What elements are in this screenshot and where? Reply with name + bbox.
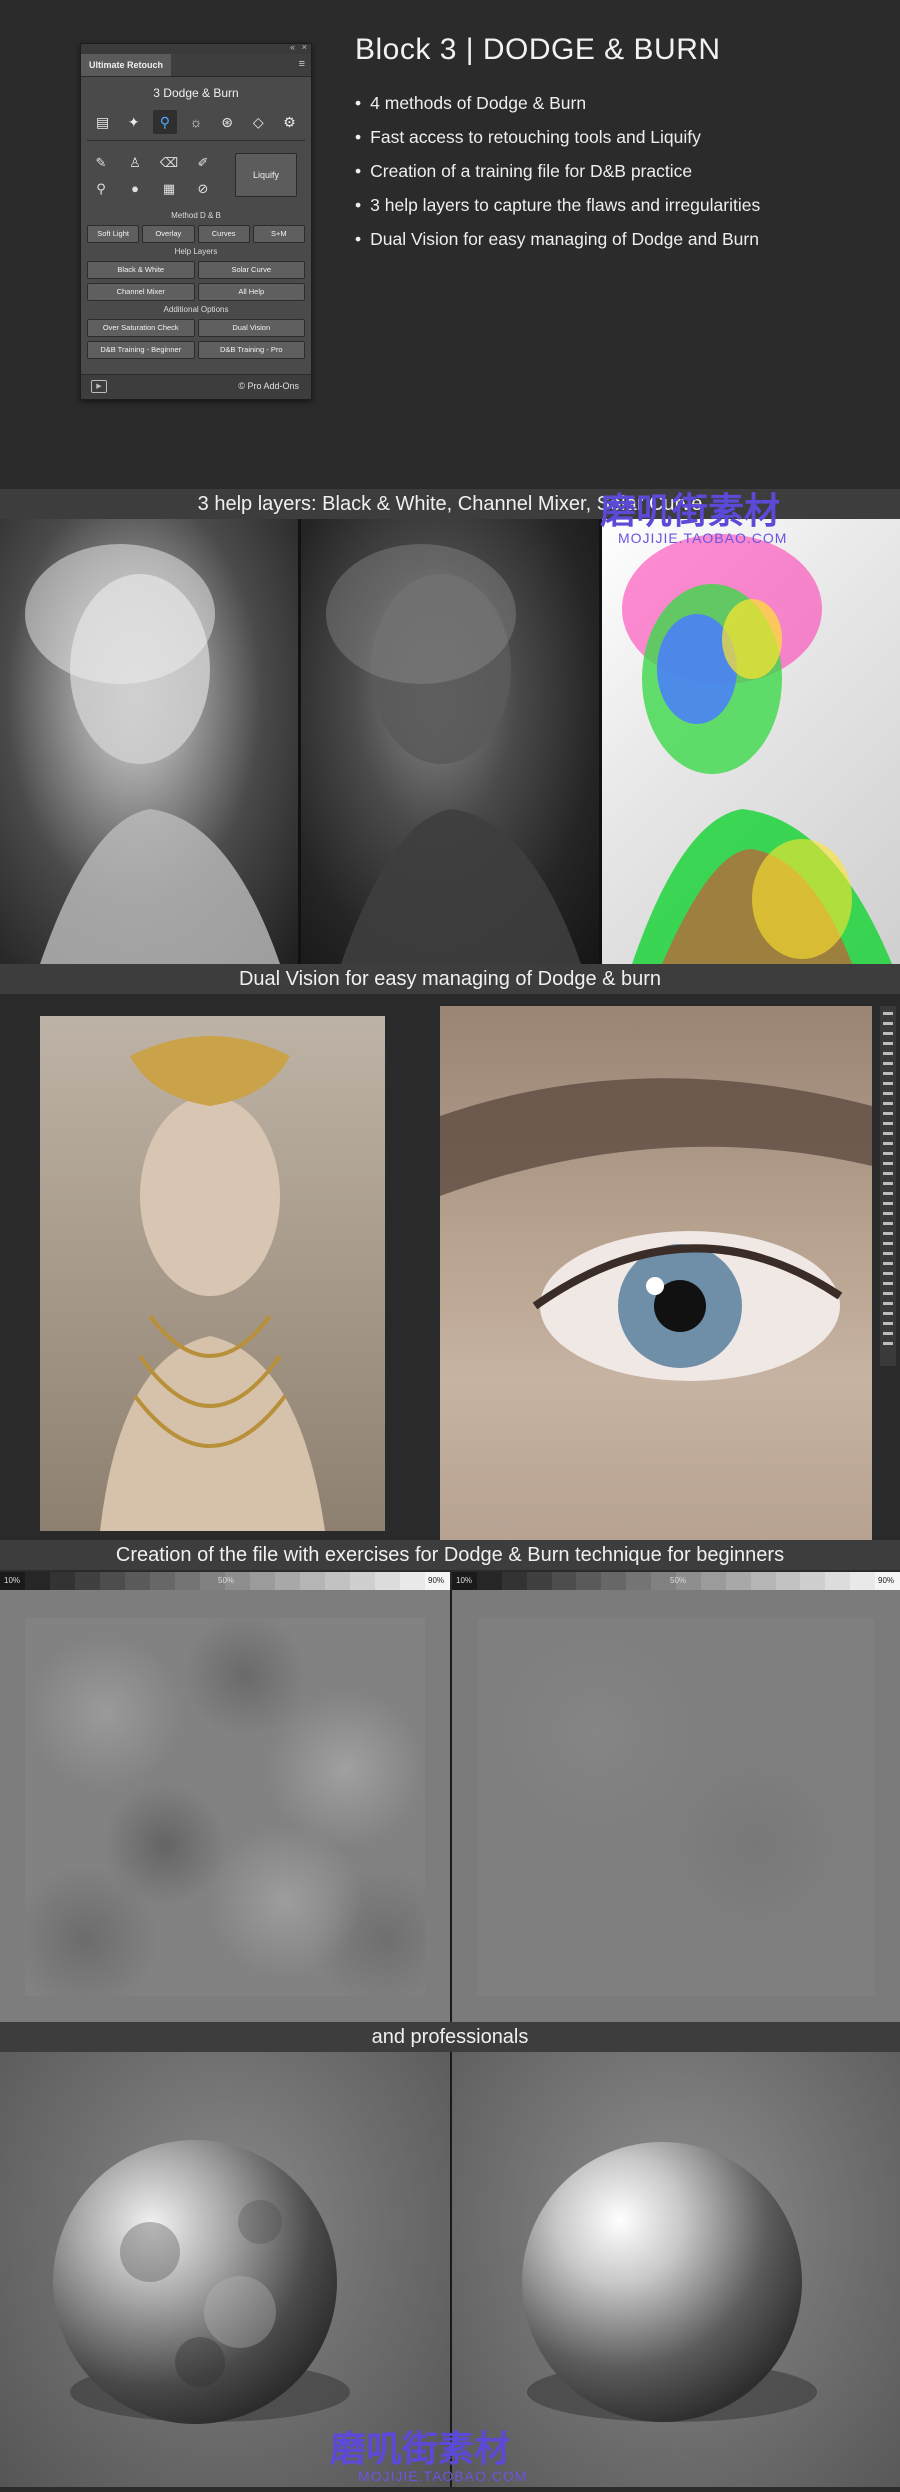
eraser-icon[interactable]: ⌫ <box>159 153 179 173</box>
panel-title: 3 Dodge & Burn <box>153 86 239 100</box>
training-pro-button[interactable]: D&B Training - Pro <box>197 341 305 359</box>
module-icon-row: ▤ ✦ ⚲ ☼ ⊛ ◇ ⚙ <box>87 110 305 134</box>
all-help-button[interactable]: All Help <box>197 283 305 301</box>
feature-item: Creation of a training file for D&B prac… <box>355 154 875 188</box>
help-buttons-row-1: Black & White Solar Curve <box>81 261 311 279</box>
pencil-icon[interactable]: ✐ <box>193 153 213 173</box>
strip-label: 10% <box>4 1576 21 1585</box>
eye-closeup-illustration <box>440 1078 872 1381</box>
blob-icon[interactable]: ● <box>125 179 145 199</box>
gears-icon[interactable]: ⚙ <box>277 110 301 134</box>
copyright-text: © Pro Add-Ons <box>238 381 299 391</box>
magnifier-icon[interactable]: ⚲ <box>152 110 177 134</box>
watermark-text: 磨叽街素材 <box>330 2429 511 2470</box>
tab-ultimate-retouch[interactable]: Ultimate Retouch <box>81 54 172 76</box>
diamond-icon[interactable]: ◇ <box>246 110 270 134</box>
toolbar-strip <box>880 1006 896 1366</box>
method-buttons: Soft Light Overlay Curves S+M <box>81 225 311 243</box>
collapse-icon[interactable]: « <box>290 42 295 52</box>
grid-icon[interactable]: ▦ <box>159 179 179 199</box>
panel-topbar: « × <box>81 42 311 54</box>
circles-icon[interactable]: ⊛ <box>215 110 239 134</box>
canvas-beginner <box>0 1590 450 2022</box>
curves-button[interactable]: Curves <box>197 225 250 243</box>
menu-icon[interactable]: ≡ <box>299 58 305 70</box>
texture-pro <box>477 1618 875 1996</box>
zoom-icon[interactable]: ⚲ <box>91 179 111 199</box>
overlay-button[interactable]: Overlay <box>142 225 195 243</box>
over-saturation-check-button[interactable]: Over Saturation Check <box>87 319 195 337</box>
panel-tab-row: Ultimate Retouch ≡ <box>81 54 311 77</box>
photo-eye-closeup <box>440 1006 872 1540</box>
training-beginner-button[interactable]: D&B Training - Beginner <box>87 341 195 359</box>
panel-footer: ▶ © Pro Add-Ons <box>81 374 311 399</box>
feature-item: 4 methods of Dodge & Burn <box>355 86 875 120</box>
strip-label: 50% <box>218 1576 235 1585</box>
help-buttons-row-2: Channel Mixer All Help <box>81 283 311 301</box>
solar-curve-button[interactable]: Solar Curve <box>197 261 305 279</box>
close-icon[interactable]: × <box>302 42 307 52</box>
watermark-text: 磨叽街素材 <box>600 491 781 532</box>
photo-black-white <box>0 519 298 964</box>
s-m-button[interactable]: S+M <box>252 225 305 243</box>
strip-label: 10% <box>456 1576 473 1585</box>
help-layers-heading: Help Layers <box>174 247 218 256</box>
brush-icon[interactable]: ✎ <box>91 153 111 173</box>
feature-item: 3 help layers to capture the flaws and i… <box>355 188 875 222</box>
sun-icon[interactable]: ☼ <box>184 110 208 134</box>
photo-solar-curve <box>602 519 900 964</box>
texture-beginner <box>25 1618 425 1996</box>
document-icon[interactable]: ▤ <box>91 110 115 134</box>
bandage-icon[interactable]: ⊘ <box>193 179 213 199</box>
section-title-dual-vision: Dual Vision for easy managing of Dodge &… <box>0 964 900 994</box>
page-title: Block 3 | DODGE & BURN <box>355 33 721 66</box>
photo-model-chain <box>40 1016 385 1531</box>
section-title-professionals: and professionals <box>0 2022 900 2052</box>
dual-vision-button[interactable]: Dual Vision <box>197 319 305 337</box>
portrait-dark-illustration <box>326 544 581 964</box>
strip-label: 90% <box>878 1576 895 1585</box>
soft-light-button[interactable]: Soft Light <box>87 225 140 243</box>
video-icon[interactable]: ▶ <box>91 380 107 393</box>
stamp-icon[interactable]: ♙ <box>125 153 145 173</box>
photo-channel-mixer <box>301 519 599 964</box>
strip-label: 50% <box>670 1576 687 1585</box>
feature-list: 4 methods of Dodge & Burn Fast access to… <box>355 86 875 256</box>
black-white-button[interactable]: Black & White <box>87 261 195 279</box>
section-title-exercises: Creation of the file with exercises for … <box>0 1540 900 1570</box>
tool-grid: ✎ ♙ ⌫ ✐ ⚲ ● ▦ ⊘ Liquify <box>81 147 311 207</box>
ultimate-retouch-panel: « × Ultimate Retouch ≡ 3 Dodge & Burn ▤ … <box>80 42 312 400</box>
watermark-subtext: MOJIJIE.TAOBAO.COM <box>618 530 788 546</box>
channel-mixer-button[interactable]: Channel Mixer <box>87 283 195 301</box>
feature-item: Fast access to retouching tools and Liqu… <box>355 120 875 154</box>
strip-label: 90% <box>428 1576 445 1585</box>
options-buttons-row-1: Over Saturation Check Dual Vision <box>81 319 311 337</box>
watermark-subtext: MOJIJIE.TAOBAO.COM <box>358 2468 528 2484</box>
liquify-button[interactable]: Liquify <box>235 153 297 197</box>
watermark: 磨叽街素材 MOJIJIE.TAOBAO.COM <box>330 2420 527 2484</box>
portrait-bw-illustration <box>25 544 280 964</box>
model-chain-illustration <box>100 1036 325 1531</box>
feature-item: Dual Vision for easy managing of Dodge a… <box>355 222 875 256</box>
tool-icons[interactable] <box>883 1012 893 1352</box>
sparkle-icon[interactable]: ✦ <box>122 110 146 134</box>
options-buttons-row-2: D&B Training - Beginner D&B Training - P… <box>81 341 311 359</box>
watermark: 磨叽街素材 MOJIJIE.TAOBAO.COM <box>600 482 787 546</box>
divider <box>87 140 305 141</box>
portrait-solar-illustration <box>622 534 892 964</box>
additional-options-heading: Additional Options <box>163 305 229 314</box>
method-heading: Method D & B <box>171 211 221 220</box>
canvas-pro <box>452 1590 900 2022</box>
